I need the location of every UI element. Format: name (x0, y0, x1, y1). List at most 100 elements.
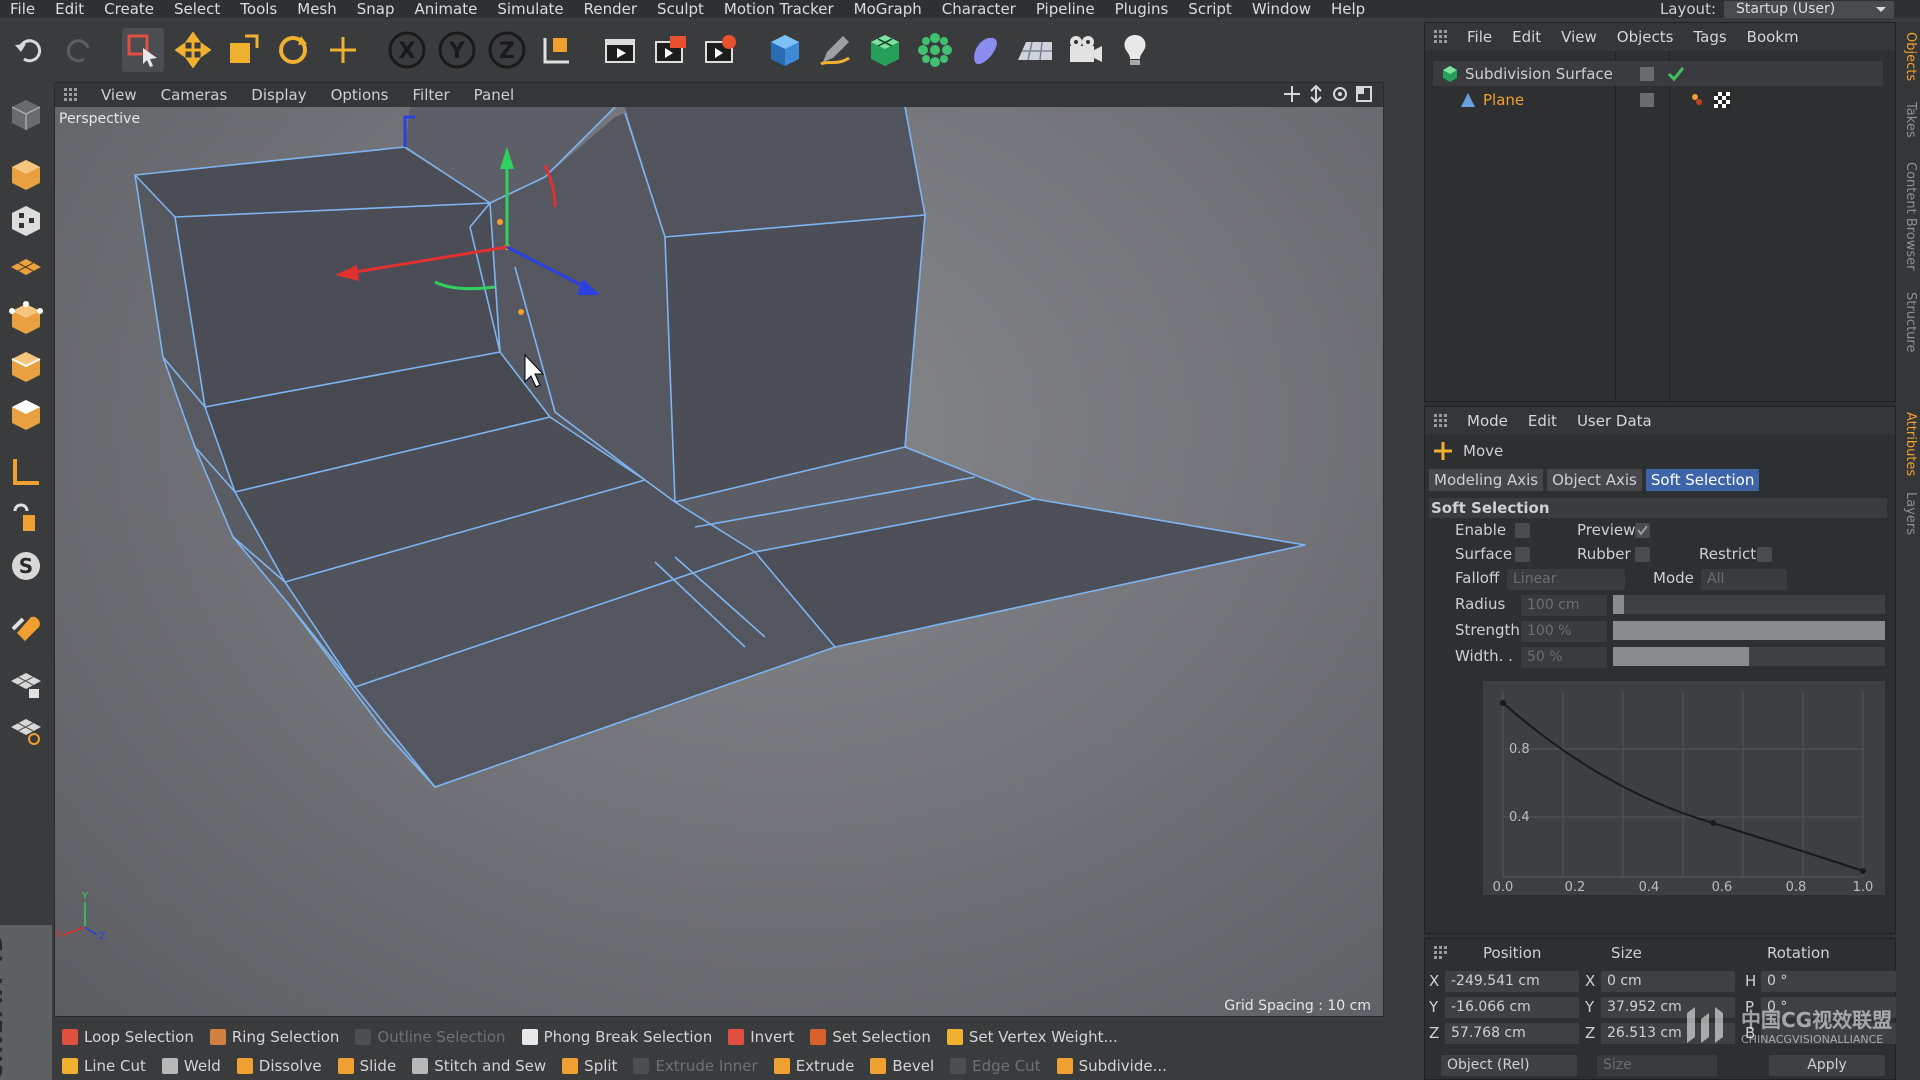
menu-sculpt[interactable]: Sculpt (647, 0, 714, 18)
restrict-checkbox[interactable] (1757, 547, 1772, 562)
viewport[interactable]: View Cameras Display Options Filter Panel (54, 82, 1384, 1017)
side-tab-attributes[interactable]: Attributes (1898, 412, 1918, 476)
strength-field[interactable]: 100 % (1521, 621, 1607, 642)
texture-mode-icon[interactable] (4, 198, 48, 242)
side-tab-content-browser[interactable]: Content Browser (1898, 162, 1918, 271)
menu-render[interactable]: Render (574, 0, 647, 18)
polygons-mode-icon[interactable] (4, 392, 48, 436)
command-slide[interactable]: Slide (337, 1057, 396, 1075)
move-icon[interactable] (172, 28, 214, 72)
camera-icon[interactable] (1064, 28, 1106, 72)
cube-icon[interactable] (764, 28, 806, 72)
menu-simulate[interactable]: Simulate (487, 0, 573, 18)
menu-pipeline[interactable]: Pipeline (1026, 0, 1105, 18)
falloff-graph[interactable]: 0.8 0.4 0.0 0.2 0.4 0.6 0.8 1.0 (1483, 681, 1885, 895)
z-axis-lock-icon[interactable]: Z (486, 28, 528, 72)
command-dissolve[interactable]: Dissolve (236, 1057, 322, 1075)
material-tag-icon[interactable] (1713, 91, 1731, 109)
command-bevel[interactable]: Bevel (870, 1057, 934, 1075)
attribute-menu-mode[interactable]: Mode (1457, 412, 1518, 430)
locked-workplane-icon[interactable] (4, 662, 48, 706)
snapping-icon[interactable]: S (4, 544, 48, 588)
live-selection-icon[interactable] (122, 28, 164, 72)
edges-mode-icon[interactable] (4, 344, 48, 388)
size-mode-dropdown[interactable]: Size (1597, 1055, 1717, 1076)
object-menu-objects[interactable]: Objects (1607, 28, 1684, 46)
zoom-view-icon[interactable] (1307, 85, 1325, 103)
menu-plugins[interactable]: Plugins (1105, 0, 1179, 18)
object-menu-file[interactable]: File (1457, 28, 1502, 46)
menu-window[interactable]: Window (1242, 0, 1321, 18)
viewport-menu-cameras[interactable]: Cameras (149, 86, 240, 104)
pos-x-field[interactable]: -249.541 cm (1445, 971, 1579, 992)
command-stitch-and-sew[interactable]: Stitch and Sew (412, 1057, 546, 1075)
menu-file[interactable]: File (0, 0, 45, 18)
size-x-field[interactable]: 0 cm (1601, 971, 1735, 992)
viewport-menu-display[interactable]: Display (239, 86, 318, 104)
falloff-dropdown[interactable]: Linear (1507, 569, 1625, 590)
y-axis-lock-icon[interactable]: Y (436, 28, 478, 72)
tweak-mode-icon[interactable] (4, 496, 48, 540)
planar-workplane-icon[interactable] (4, 708, 48, 752)
attribute-menu-edit[interactable]: Edit (1518, 412, 1567, 430)
menu-mesh[interactable]: Mesh (287, 0, 347, 18)
command-loop-selection[interactable]: Loop Selection (62, 1028, 194, 1046)
viewport-menu-panel[interactable]: Panel (462, 86, 526, 104)
rot-h-field[interactable]: 0 ° (1761, 971, 1897, 992)
command-subdivide[interactable]: Subdivide... (1056, 1057, 1167, 1075)
radius-slider[interactable] (1613, 595, 1885, 614)
side-tab-structure[interactable]: Structure (1898, 292, 1918, 352)
side-tab-takes[interactable]: Takes (1898, 102, 1918, 138)
render-picture-viewer-icon[interactable] (650, 28, 692, 72)
magnet-icon[interactable] (4, 604, 48, 648)
panel-grip-icon[interactable] (63, 87, 79, 103)
radius-field[interactable]: 100 cm (1521, 595, 1607, 616)
menu-snap[interactable]: Snap (347, 0, 405, 18)
object-menu-edit[interactable]: Edit (1502, 28, 1551, 46)
last-tool-icon[interactable] (322, 28, 364, 72)
menu-tools[interactable]: Tools (230, 0, 287, 18)
layout-dropdown[interactable]: Startup (User) (1724, 0, 1894, 18)
render-settings-icon[interactable] (700, 28, 742, 72)
render-view-icon[interactable] (600, 28, 642, 72)
mode-dropdown[interactable]: All (1701, 569, 1787, 590)
viewport-canvas[interactable]: Y X Z Perspective Grid Spacing : 10 cm (55, 107, 1383, 1016)
menu-script[interactable]: Script (1178, 0, 1242, 18)
strength-slider[interactable] (1613, 621, 1885, 640)
width-slider[interactable] (1613, 647, 1885, 666)
object-row-subdivision-surface[interactable]: Subdivision Surface (1433, 61, 1883, 86)
preview-checkbox[interactable] (1635, 523, 1650, 538)
panel-grip-icon[interactable] (1433, 29, 1449, 45)
make-editable-icon[interactable] (4, 92, 48, 136)
pos-z-field[interactable]: 57.768 cm (1445, 1023, 1579, 1044)
menu-edit[interactable]: Edit (45, 0, 94, 18)
command-weld[interactable]: Weld (161, 1057, 221, 1075)
rotate-view-icon[interactable] (1331, 85, 1349, 103)
array-icon[interactable] (914, 28, 956, 72)
command-set-vertex-weight[interactable]: Set Vertex Weight... (946, 1028, 1118, 1046)
width-field[interactable]: 50 % (1521, 647, 1607, 668)
command-line-cut[interactable]: Line Cut (62, 1057, 146, 1075)
surface-checkbox[interactable] (1515, 547, 1530, 562)
menu-animate[interactable]: Animate (405, 0, 488, 18)
rubber-checkbox[interactable] (1635, 547, 1650, 562)
coordinate-system-icon[interactable] (536, 28, 578, 72)
workplane-icon[interactable] (4, 244, 48, 288)
subdivision-surface-icon[interactable] (864, 28, 906, 72)
pan-view-icon[interactable] (1283, 85, 1301, 103)
apply-button[interactable]: Apply (1769, 1055, 1885, 1076)
object-menu-tags[interactable]: Tags (1683, 28, 1736, 46)
points-mode-icon[interactable] (4, 296, 48, 340)
command-split[interactable]: Split (562, 1057, 617, 1075)
side-tab-objects[interactable]: Objects (1898, 32, 1918, 81)
command-edge-cut[interactable]: Edge Cut (950, 1057, 1041, 1075)
redo-icon[interactable] (58, 28, 100, 72)
axis-mode-icon[interactable] (4, 450, 48, 494)
pen-icon[interactable] (814, 28, 856, 72)
rotate-icon[interactable] (272, 28, 314, 72)
command-outline-selection[interactable]: Outline Selection (355, 1028, 506, 1046)
command-phong-break-selection[interactable]: Phong Break Selection (521, 1028, 712, 1046)
menu-motion-tracker[interactable]: Motion Tracker (714, 0, 844, 18)
enable-checkbox[interactable] (1515, 523, 1530, 538)
pos-y-field[interactable]: -16.066 cm (1445, 997, 1579, 1018)
